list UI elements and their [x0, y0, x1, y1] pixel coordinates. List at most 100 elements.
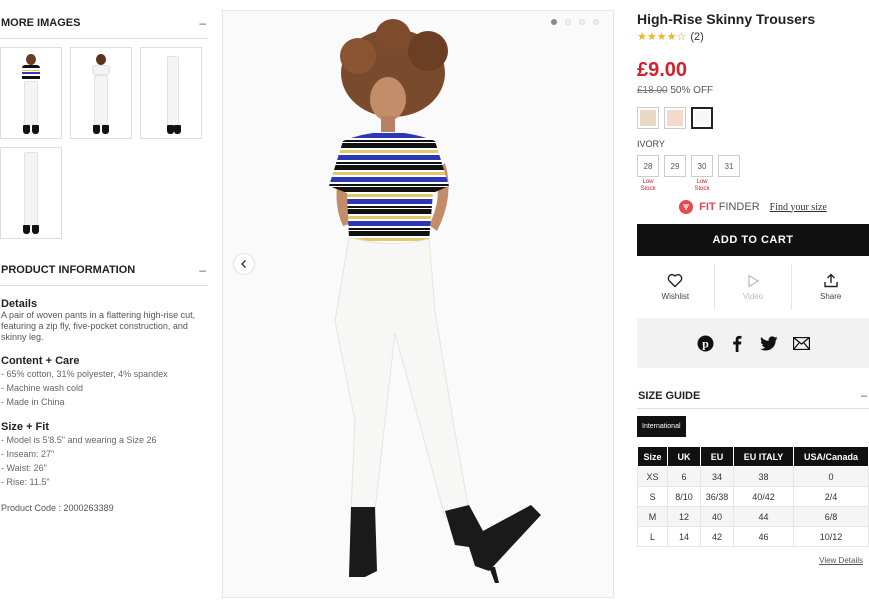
pagination-dot[interactable] — [579, 19, 585, 25]
details-heading: Details — [1, 298, 38, 310]
column-header: EU ITALY — [733, 446, 794, 467]
share-label: Share — [820, 292, 842, 301]
svg-text:p: p — [702, 336, 709, 350]
product-information-section: PRODUCT INFORMATION – Details A pair of … — [0, 253, 208, 513]
product-actions: Wishlist Video Share — [637, 264, 869, 310]
size-guide-header[interactable]: SIZE GUIDE – — [637, 368, 869, 409]
tab-international[interactable]: International — [637, 416, 686, 437]
pagination-dot[interactable] — [593, 19, 599, 25]
color-swatches — [637, 107, 869, 129]
fit-finder-logo-icon — [679, 200, 694, 214]
review-count[interactable]: (2) — [690, 31, 703, 43]
chevron-left-icon — [241, 260, 246, 268]
table-row: M 12 40 44 6/8 — [637, 506, 869, 527]
main-product-image[interactable] — [222, 10, 614, 598]
table-row: S 8/10 36/38 40/42 2/4 — [637, 486, 869, 507]
original-price: £18.00 — [637, 85, 668, 96]
table-cell: 6/8 — [793, 506, 869, 527]
table-cell: 44 — [733, 506, 794, 527]
size-option[interactable]: 31 — [718, 155, 740, 193]
model-figure — [16, 50, 46, 138]
sale-price: £9.00 — [637, 59, 688, 81]
selected-color-name: IVORY — [637, 139, 665, 149]
model-figure — [16, 150, 46, 238]
thumbnail-image[interactable] — [0, 147, 62, 239]
table-row: L 14 42 46 10/12 — [637, 526, 869, 547]
prev-image-button[interactable] — [233, 253, 255, 275]
table-cell: 38 — [733, 466, 794, 487]
product-rating[interactable]: ★★★★☆ (2) — [637, 30, 869, 44]
image-pagination — [551, 19, 599, 25]
size-fit-item: - Inseam: 27" — [1, 449, 55, 459]
size-fit-heading: Size + Fit — [1, 421, 49, 433]
table-cell: S — [637, 486, 668, 507]
facebook-icon[interactable] — [728, 334, 746, 352]
original-price-row: £18.00 50% OFF — [637, 85, 869, 96]
find-your-size-link[interactable]: Find your size — [770, 202, 827, 213]
column-header: USA/Canada — [793, 446, 869, 467]
pinterest-icon[interactable]: p — [696, 334, 714, 352]
color-swatch[interactable] — [664, 107, 686, 129]
size-option[interactable]: 29 — [664, 155, 686, 193]
table-cell: 8/10 — [667, 486, 701, 507]
size-box[interactable]: 29 — [664, 155, 686, 177]
model-figure — [86, 50, 116, 138]
video-button[interactable]: Video — [715, 264, 793, 310]
fit-finder[interactable]: FIT FINDER Find your size — [637, 200, 869, 214]
add-to-cart-button[interactable]: ADD TO CART — [637, 224, 869, 256]
pagination-dot[interactable] — [551, 19, 557, 25]
size-fit-item: - Waist: 26" — [1, 463, 47, 473]
size-fit-item: - Model is 5'8.5" and wearing a Size 26 — [1, 435, 157, 445]
table-cell: 12 — [667, 506, 701, 527]
table-cell: 10/12 — [793, 526, 869, 547]
thumbnail-image[interactable] — [70, 47, 132, 139]
table-cell: 0 — [793, 466, 869, 487]
low-stock-label: Low Stock — [640, 179, 656, 192]
collapse-toggle-icon[interactable]: – — [199, 263, 206, 277]
size-box[interactable]: 28 — [637, 155, 659, 177]
table-cell: 14 — [667, 526, 701, 547]
color-swatch-selected[interactable] — [691, 107, 713, 129]
size-box[interactable]: 31 — [718, 155, 740, 177]
thumbnail-image[interactable] — [0, 47, 62, 139]
table-cell: 2/4 — [793, 486, 869, 507]
social-share-bar: p — [637, 318, 869, 368]
table-cell: 34 — [700, 466, 734, 487]
swatch-fill — [695, 111, 709, 125]
swatch-fill — [667, 110, 683, 126]
table-row: XS 6 34 38 0 — [637, 466, 869, 487]
share-icon — [823, 273, 838, 288]
view-details-link[interactable]: View Details — [637, 556, 869, 565]
product-info-title: PRODUCT INFORMATION — [1, 264, 136, 276]
collapse-toggle-icon[interactable]: – — [861, 390, 867, 402]
table-cell: 40 — [700, 506, 734, 527]
content-care-heading: Content + Care — [1, 355, 80, 367]
product-info-header[interactable]: PRODUCT INFORMATION – — [0, 253, 208, 286]
size-selector: 28 Low Stock 29 30 Low Stock 31 — [637, 155, 869, 193]
thumbnail-image[interactable] — [140, 47, 202, 139]
share-button[interactable]: Share — [792, 264, 869, 310]
right-column: High-Rise Skinny Trousers ★★★★☆ (2) £9.0… — [637, 0, 869, 565]
wishlist-label: Wishlist — [661, 292, 690, 301]
twitter-icon[interactable] — [760, 334, 778, 352]
collapse-toggle-icon[interactable]: – — [199, 16, 206, 30]
content-item: - Machine wash cold — [1, 383, 84, 393]
size-option[interactable]: 30 Low Stock — [691, 155, 713, 193]
details-text: A pair of woven pants in a flattering hi… — [1, 310, 196, 342]
table-cell: 6 — [667, 466, 701, 487]
video-label: Video — [742, 291, 764, 301]
column-header: UK — [667, 446, 701, 467]
size-guide-title: SIZE GUIDE — [638, 390, 701, 402]
email-icon[interactable] — [792, 334, 810, 352]
wishlist-button[interactable]: Wishlist — [637, 264, 715, 310]
table-cell: M — [637, 506, 668, 527]
pagination-dot[interactable] — [565, 19, 571, 25]
table-cell: 40/42 — [733, 486, 794, 507]
size-option[interactable]: 28 Low Stock — [637, 155, 659, 193]
size-box[interactable]: 30 — [691, 155, 713, 177]
more-images-header[interactable]: MORE IMAGES – — [0, 0, 208, 39]
color-swatch[interactable] — [637, 107, 659, 129]
size-fit-item: - Rise: 11.5" — [1, 477, 50, 487]
table-cell: 46 — [733, 526, 794, 547]
product-code: Product Code : 2000263389 — [1, 503, 114, 513]
